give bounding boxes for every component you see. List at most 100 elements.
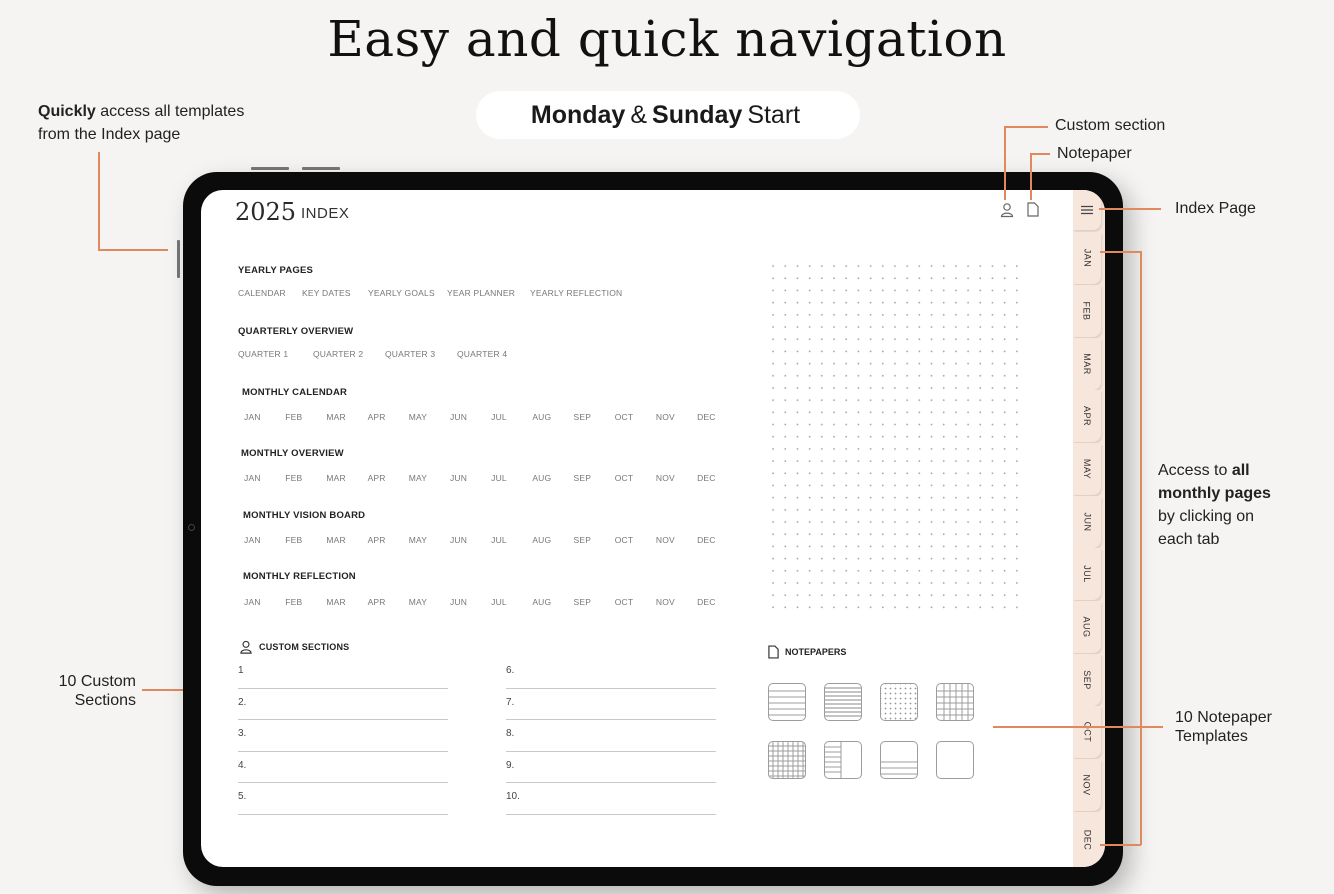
month-link[interactable]: APR bbox=[368, 412, 409, 422]
link-yearly-reflection[interactable]: YEARLY REFLECTION bbox=[530, 288, 622, 298]
month-link[interactable]: JUN bbox=[450, 597, 491, 607]
link-quarter-2[interactable]: QUARTER 2 bbox=[313, 349, 363, 359]
notepapers-header: NOTEPAPERS bbox=[768, 645, 846, 659]
month-link[interactable]: JUL bbox=[491, 473, 532, 483]
tab-mar[interactable]: MAR bbox=[1073, 338, 1101, 390]
month-link[interactable]: MAR bbox=[326, 535, 367, 545]
tab-jan[interactable]: JAN bbox=[1073, 232, 1101, 284]
custom-section-link[interactable]: 6. bbox=[506, 657, 716, 689]
month-link[interactable]: FEB bbox=[285, 473, 326, 483]
connector-line bbox=[1099, 208, 1161, 210]
month-link[interactable]: MAR bbox=[326, 473, 367, 483]
month-link[interactable]: DEC bbox=[697, 412, 738, 422]
notepaper-grid-large[interactable] bbox=[936, 683, 974, 721]
month-link[interactable]: OCT bbox=[615, 412, 656, 422]
month-link[interactable]: FEB bbox=[285, 412, 326, 422]
custom-section-link[interactable]: 7. bbox=[506, 689, 716, 720]
month-link[interactable]: APR bbox=[368, 535, 409, 545]
notepaper-lined-narrow[interactable] bbox=[824, 683, 862, 721]
month-link[interactable]: JUN bbox=[450, 412, 491, 422]
month-link[interactable]: MAY bbox=[409, 597, 450, 607]
month-link[interactable]: APR bbox=[368, 473, 409, 483]
tab-sep[interactable]: SEP bbox=[1073, 654, 1101, 706]
month-link[interactable]: FEB bbox=[285, 597, 326, 607]
link-quarter-3[interactable]: QUARTER 3 bbox=[385, 349, 435, 359]
tab-jun[interactable]: JUN bbox=[1073, 496, 1101, 548]
custom-section-link[interactable]: 5. bbox=[238, 783, 448, 815]
month-link[interactable]: OCT bbox=[615, 473, 656, 483]
month-link[interactable]: DEC bbox=[697, 473, 738, 483]
month-link[interactable]: JUL bbox=[491, 412, 532, 422]
tab-oct[interactable]: OCT bbox=[1073, 706, 1101, 758]
month-link[interactable]: APR bbox=[368, 597, 409, 607]
document-icon[interactable] bbox=[1027, 202, 1041, 218]
month-link[interactable]: NOV bbox=[656, 535, 697, 545]
tab-label: AUG bbox=[1081, 616, 1092, 638]
link-yearly-goals[interactable]: YEARLY GOALS bbox=[368, 288, 435, 298]
notepaper-lined-left[interactable] bbox=[824, 741, 862, 779]
link-year-planner[interactable]: YEAR PLANNER bbox=[447, 288, 515, 298]
connector-line bbox=[1030, 153, 1050, 155]
tablet-button bbox=[302, 167, 340, 170]
custom-section-link[interactable]: 9. bbox=[506, 752, 716, 783]
month-link[interactable]: MAY bbox=[409, 535, 450, 545]
notepaper-blank[interactable] bbox=[936, 741, 974, 779]
month-link[interactable]: AUG bbox=[532, 412, 573, 422]
tab-dec[interactable]: DEC bbox=[1073, 812, 1101, 867]
tab-may[interactable]: MAY bbox=[1073, 443, 1101, 495]
month-link[interactable]: SEP bbox=[574, 597, 615, 607]
month-link[interactable]: DEC bbox=[697, 597, 738, 607]
tab-nov[interactable]: NOV bbox=[1073, 759, 1101, 811]
month-link[interactable]: AUG bbox=[532, 535, 573, 545]
month-link[interactable]: MAY bbox=[409, 473, 450, 483]
month-link[interactable]: OCT bbox=[615, 535, 656, 545]
month-link[interactable]: OCT bbox=[615, 597, 656, 607]
tab-apr[interactable]: APR bbox=[1073, 390, 1101, 442]
month-link[interactable]: AUG bbox=[532, 473, 573, 483]
notepaper-dotted[interactable] bbox=[880, 683, 918, 721]
month-link[interactable]: JUL bbox=[491, 535, 532, 545]
annotation-quickly-rest: access all templates bbox=[95, 103, 245, 120]
month-link[interactable]: MAR bbox=[326, 597, 367, 607]
month-link[interactable]: JUL bbox=[491, 597, 532, 607]
custom-section-link[interactable]: 4. bbox=[238, 752, 448, 783]
custom-section-link[interactable]: 10. bbox=[506, 783, 716, 815]
month-link[interactable]: SEP bbox=[574, 473, 615, 483]
month-link[interactable]: JAN bbox=[244, 412, 285, 422]
tab-label: NOV bbox=[1081, 774, 1092, 796]
custom-section-link[interactable]: 1 bbox=[238, 657, 448, 689]
month-link[interactable]: FEB bbox=[285, 535, 326, 545]
notepaper-lined-bottom[interactable] bbox=[880, 741, 918, 779]
month-link[interactable]: SEP bbox=[574, 412, 615, 422]
tab-feb[interactable]: FEB bbox=[1073, 285, 1101, 337]
user-icon[interactable] bbox=[1000, 202, 1014, 218]
link-quarter-1[interactable]: QUARTER 1 bbox=[238, 349, 288, 359]
month-link[interactable]: NOV bbox=[656, 412, 697, 422]
month-link[interactable]: AUG bbox=[532, 597, 573, 607]
month-link[interactable]: JAN bbox=[244, 535, 285, 545]
month-link[interactable]: JUN bbox=[450, 473, 491, 483]
monthly-vision-board-section: MONTHLY VISION BOARD JAN FEB MAR APR MAY… bbox=[243, 510, 738, 545]
month-link[interactable]: MAR bbox=[326, 412, 367, 422]
notepaper-grid-small[interactable] bbox=[768, 741, 806, 779]
month-link[interactable]: MAY bbox=[409, 412, 450, 422]
month-link[interactable]: JAN bbox=[244, 597, 285, 607]
month-link[interactable]: NOV bbox=[656, 597, 697, 607]
tab-index[interactable] bbox=[1073, 190, 1101, 230]
month-link[interactable]: NOV bbox=[656, 473, 697, 483]
page-title: INDEX bbox=[301, 205, 350, 222]
month-link[interactable]: DEC bbox=[697, 535, 738, 545]
notepaper-lined-wide[interactable] bbox=[768, 683, 806, 721]
tab-aug[interactable]: AUG bbox=[1073, 601, 1101, 653]
annotation-quickly: Quickly access all templates from the In… bbox=[38, 100, 244, 146]
month-link[interactable]: SEP bbox=[574, 535, 615, 545]
month-link[interactable]: JUN bbox=[450, 535, 491, 545]
month-link[interactable]: JAN bbox=[244, 473, 285, 483]
custom-section-link[interactable]: 3. bbox=[238, 720, 448, 752]
link-quarter-4[interactable]: QUARTER 4 bbox=[457, 349, 507, 359]
custom-section-link[interactable]: 8. bbox=[506, 720, 716, 752]
link-key-dates[interactable]: KEY DATES bbox=[302, 288, 351, 298]
custom-section-link[interactable]: 2. bbox=[238, 689, 448, 720]
link-calendar[interactable]: CALENDAR bbox=[238, 288, 286, 298]
tab-jul[interactable]: JUL bbox=[1073, 548, 1101, 600]
